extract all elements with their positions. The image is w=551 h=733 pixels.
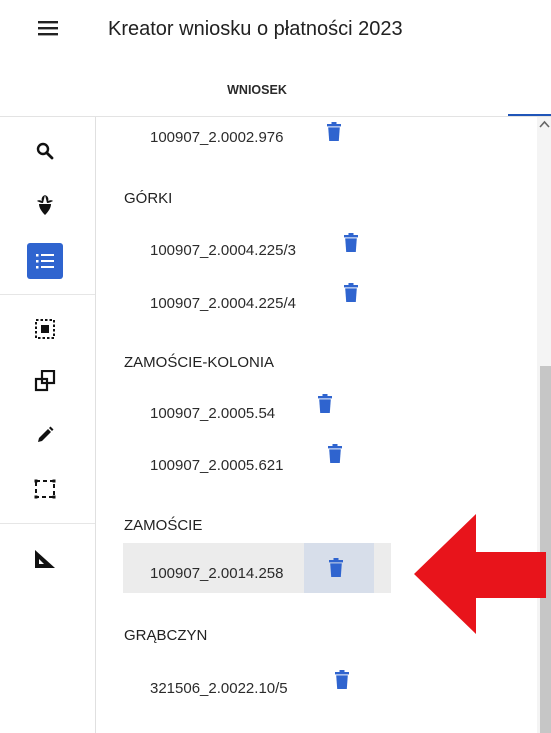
app-header: Kreator wniosku o płatności 2023 (0, 0, 551, 62)
list-item: 100907_2.0004.225/4 (123, 277, 443, 327)
pencil-icon (38, 426, 54, 442)
parcel-id: 100907_2.0002.976 (150, 129, 284, 146)
copy-shapes-button[interactable] (27, 363, 63, 399)
list-item: 100907_2.0002.976 (123, 119, 423, 169)
sidebar-separator (0, 294, 95, 295)
list-item: 100907_2.0005.54 (123, 387, 423, 437)
trash-icon[interactable] (327, 122, 347, 142)
parcel-id: 100907_2.0005.54 (150, 405, 276, 422)
hamburger-menu-icon[interactable] (38, 20, 66, 44)
group-header: GÓRKI (124, 190, 173, 207)
selection-frame-icon (34, 479, 56, 499)
measure-ruler-icon (35, 550, 55, 568)
selection-frame-button[interactable] (27, 471, 63, 507)
beet-icon (37, 195, 53, 215)
trash-icon[interactable] (344, 233, 364, 253)
scroll-up-icon[interactable] (539, 120, 550, 129)
draw-button[interactable] (27, 417, 63, 453)
measure-button[interactable] (27, 541, 63, 577)
crops-button[interactable] (27, 187, 63, 223)
parcel-id: 100907_2.0014.258 (150, 565, 284, 582)
page-title: Kreator wniosku o płatności 2023 (108, 18, 403, 40)
list-item-highlighted[interactable]: 100907_2.0014.258 (123, 543, 391, 593)
parcel-id: 100907_2.0005.621 (150, 457, 284, 474)
list-item: 100907_2.0005.621 (123, 439, 423, 489)
copy-shapes-icon (34, 370, 56, 392)
tool-sidebar (0, 117, 96, 733)
tab-wniosek[interactable]: WNIOSEK (96, 62, 418, 116)
trash-icon[interactable] (328, 444, 348, 464)
parcel-id: 321506_2.0022.10/5 (150, 680, 288, 697)
list-item: 321506_2.0022.10/5 (123, 662, 423, 712)
trash-icon[interactable] (318, 394, 338, 414)
tab-bar: WNIOSEK (96, 62, 551, 116)
list-item: 100907_2.0004.225/3 (123, 224, 443, 274)
trash-icon[interactable] (344, 283, 364, 303)
group-header: ZAMOŚCIE-KOLONIA (124, 354, 275, 371)
parcel-id: 100907_2.0004.225/3 (150, 242, 296, 259)
parcel-id: 100907_2.0004.225/4 (150, 295, 296, 312)
group-header: ZAMOŚCIE (124, 517, 203, 534)
trash-icon[interactable] (329, 558, 349, 578)
trash-icon[interactable] (335, 670, 355, 690)
select-area-icon (35, 319, 55, 339)
sidebar-separator (0, 523, 95, 524)
red-arrow-left (414, 514, 546, 634)
parcel-list-button[interactable] (27, 243, 63, 279)
select-area-button[interactable] (27, 311, 63, 347)
list-icon (36, 254, 54, 269)
parcel-list: 100907_2.0002.976 GÓRKI 100907_2.0004.22… (97, 117, 537, 733)
search-icon (36, 142, 54, 160)
group-header: GRĄBCZYN (124, 627, 208, 644)
search-button[interactable] (27, 133, 63, 169)
